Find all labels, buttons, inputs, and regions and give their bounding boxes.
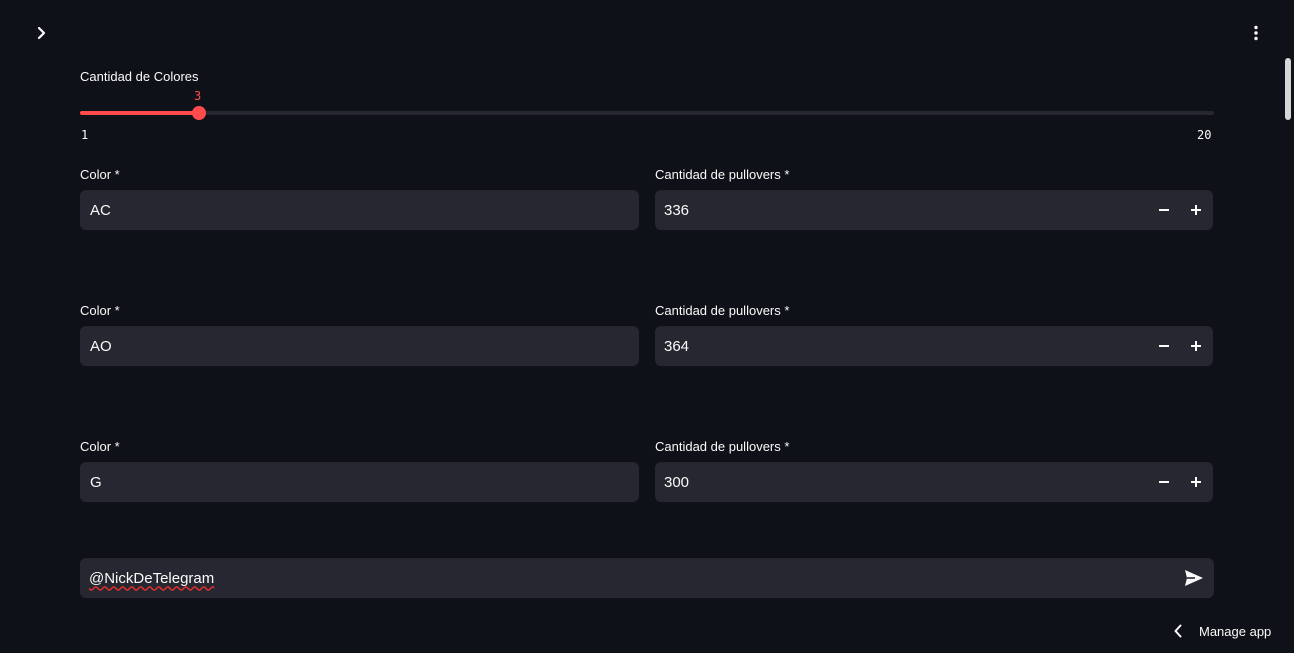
quantity-field-label: Cantidad de pullovers * [655, 303, 790, 318]
chevron-right-icon [37, 26, 46, 40]
color-field-label: Color * [80, 439, 120, 454]
color-input-value: AC [90, 201, 111, 219]
quantity-field-label: Cantidad de pullovers * [655, 167, 790, 182]
chat-input-text: @NickDeTelegram [89, 569, 215, 587]
minus-icon [1159, 481, 1169, 483]
color-input[interactable]: AO [80, 326, 639, 366]
decrement-button[interactable] [1148, 327, 1180, 365]
color-field-label: Color * [80, 167, 120, 182]
increment-button[interactable] [1180, 327, 1212, 365]
quantity-value: 336 [664, 201, 690, 219]
slider-thumb[interactable] [192, 106, 207, 120]
increment-button[interactable] [1180, 463, 1212, 501]
main-menu-button[interactable] [1244, 21, 1268, 45]
plus-icon [1191, 341, 1201, 351]
color-count-slider[interactable] [80, 106, 1214, 120]
minus-icon [1159, 209, 1169, 211]
app-page: Cantidad de Colores 3 1 20 Color * AC Ca… [0, 0, 1294, 653]
manage-app-label: Manage app [1199, 623, 1272, 639]
quantity-value: 300 [664, 473, 690, 491]
increment-button[interactable] [1180, 191, 1212, 229]
color-input[interactable]: G [80, 462, 639, 502]
quantity-stepper[interactable]: 336 [655, 190, 1213, 230]
slider-fill [80, 111, 200, 115]
chat-input[interactable]: @NickDeTelegram [80, 558, 1214, 598]
color-input-value: G [90, 473, 102, 491]
chevron-left-icon [1168, 621, 1188, 641]
color-input[interactable]: AC [80, 190, 639, 230]
slider-max-label: 20 [1197, 128, 1212, 142]
scrollbar-thumb[interactable] [1285, 58, 1291, 120]
color-field-label: Color * [80, 303, 120, 318]
slider-label: Cantidad de Colores [80, 69, 199, 84]
slider-min-label: 1 [81, 128, 89, 142]
send-button[interactable] [1174, 558, 1214, 598]
quantity-value: 364 [664, 337, 690, 355]
plus-icon [1191, 205, 1201, 215]
decrement-button[interactable] [1148, 463, 1180, 501]
decrement-button[interactable] [1148, 191, 1180, 229]
plus-icon [1191, 477, 1201, 487]
slider-current-value: 3 [194, 89, 202, 103]
quantity-stepper[interactable]: 364 [655, 326, 1213, 366]
sidebar-toggle-button[interactable] [30, 21, 54, 45]
scrollbar[interactable] [1282, 56, 1294, 653]
quantity-field-label: Cantidad de pullovers * [655, 439, 790, 454]
manage-app-button[interactable]: Manage app [1168, 620, 1271, 642]
minus-icon [1159, 345, 1169, 347]
vertical-dots-icon [1254, 25, 1258, 41]
send-icon [1185, 570, 1203, 586]
quantity-stepper[interactable]: 300 [655, 462, 1213, 502]
color-input-value: AO [90, 337, 112, 355]
